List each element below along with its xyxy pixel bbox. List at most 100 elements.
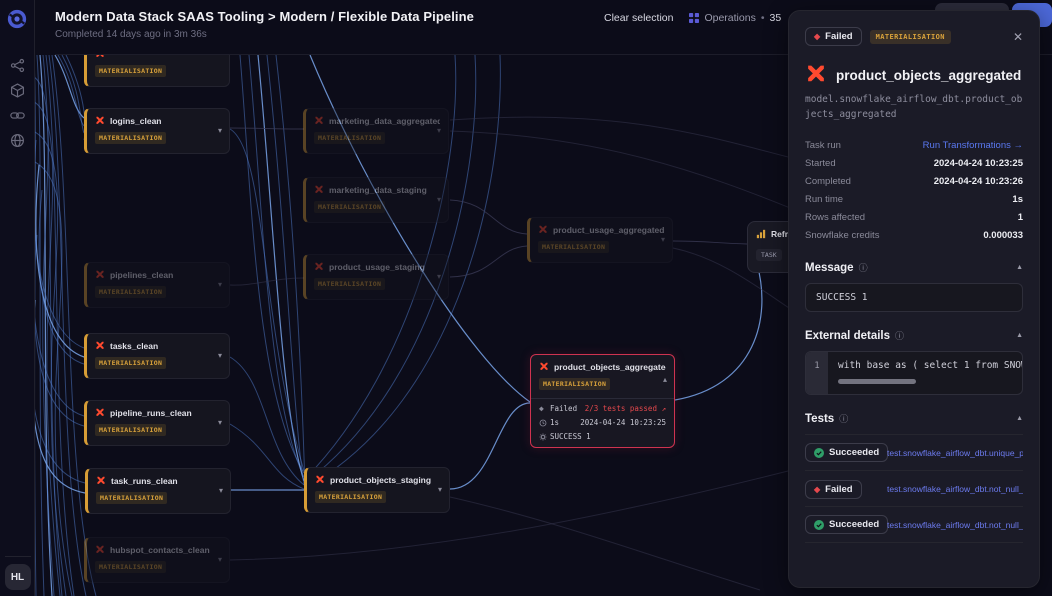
dag-node-product-objects-staging[interactable]: product_objects_staging ▾ MATERIALISATIO… [304, 467, 450, 513]
sql-code-line: with base as ( select 1 from SNOWFLAKE [838, 360, 1012, 371]
dag-node-tasks-clean[interactable]: tasks_clean ▾ MATERIALISATION [84, 333, 230, 379]
node-name: task_runs_clean [111, 476, 178, 486]
test-link[interactable]: test.snowflake_airflow_dbt.unique_pro [887, 448, 1023, 458]
failed-diamond-icon: ◆ [814, 485, 820, 494]
materialisation-badge: MATERIALISATION [95, 561, 166, 573]
chevron-down-icon[interactable]: ▾ [218, 418, 222, 427]
dag-node-pipeline-runs-clean[interactable]: pipeline_runs_clean ▾ MATERIALISATION [84, 400, 230, 446]
chevron-down-icon[interactable]: ▾ [437, 272, 441, 281]
test-status-badge: Succeeded [805, 443, 888, 462]
tests-summary-link[interactable]: 2/3 tests passed ↗ [585, 404, 666, 413]
failed-diamond-icon: ◆ [539, 404, 550, 413]
sidebar-footer: HL [0, 556, 35, 590]
chevron-down-icon[interactable]: ▾ [661, 235, 665, 244]
horizontal-scrollbar[interactable] [838, 379, 916, 384]
detail-row-completed: Completed 2024-04-24 10:23:26 [805, 172, 1023, 190]
clear-selection-button[interactable]: Clear selection [604, 12, 673, 24]
materialisation-badge: MATERIALISATION [314, 201, 385, 213]
chevron-down-icon[interactable]: ▾ [218, 280, 222, 289]
link-icon[interactable] [10, 108, 25, 123]
dag-node-marketing-data-staging[interactable]: marketing_data_staging ▾ MATERIALISATION [303, 177, 449, 223]
operations-filter[interactable]: Operations • 35 [689, 12, 781, 24]
dbt-icon [805, 64, 827, 86]
message-heading: Message [805, 262, 854, 274]
node-name: product_objects_staging [330, 475, 431, 485]
dbt-icon [95, 116, 105, 126]
external-details-section-header: External details ⓘ ▲ [805, 329, 1023, 342]
dbt-icon [95, 341, 105, 351]
materialisation-badge: MATERIALISATION [95, 65, 166, 77]
info-icon[interactable]: ⓘ [839, 412, 848, 425]
operations-count: 35 [770, 12, 782, 24]
detail-row-started: Started 2024-04-24 10:23:25 [805, 154, 1023, 172]
operations-label: Operations [704, 12, 755, 24]
globe-icon[interactable] [10, 133, 25, 148]
external-details-heading: External details [805, 330, 890, 342]
sidebar-nav [10, 58, 25, 148]
dbt-icon [314, 262, 324, 272]
chevron-up-icon[interactable]: ▴ [663, 375, 667, 384]
pipeline-graph-icon[interactable] [10, 58, 25, 73]
info-icon[interactable]: ⓘ [895, 329, 904, 342]
test-row: Succeeded test.snowflake_airflow_dbt.not… [805, 507, 1023, 543]
chevron-down-icon[interactable]: ▾ [438, 485, 442, 494]
dbt-icon [539, 362, 549, 372]
test-row: Succeeded test.snowflake_airflow_dbt.uni… [805, 435, 1023, 471]
dag-node-logins-clean[interactable]: logins_clean ▾ MATERIALISATION [84, 108, 230, 154]
model-path: model.snowflake_airflow_dbt.product_obje… [805, 93, 1023, 122]
chevron-down-icon[interactable]: ▾ [437, 126, 441, 135]
page-subtitle: Completed 14 days ago in 3m 36s [55, 29, 207, 40]
sidebar: HL [0, 0, 35, 596]
page-title: Modern Data Stack SAAS Tooling > Modern … [55, 9, 474, 24]
cube-icon[interactable] [10, 83, 25, 98]
dag-node-product-objects-aggregated-selected[interactable]: product_objects_aggregated ▴ MATERIALISA… [530, 354, 675, 448]
chart-icon [756, 229, 766, 239]
collapse-icon[interactable]: ▲ [1016, 332, 1023, 339]
detail-row-rows-affected: Rows affected 1 [805, 208, 1023, 226]
detail-row-run-time: Run time 1s [805, 190, 1023, 208]
test-link[interactable]: test.snowflake_airflow_dbt.not_null_pr [887, 484, 1023, 494]
chevron-down-icon[interactable]: ▾ [218, 351, 222, 360]
clock-icon [539, 419, 550, 427]
info-icon[interactable]: ⓘ [859, 261, 868, 274]
dbt-icon [314, 116, 324, 126]
dag-node-hubspot-contacts-clean[interactable]: hubspot_contacts_clean ▾ MATERIALISATION [84, 537, 230, 583]
dbt-icon [95, 545, 105, 555]
dag-node-product-usage-aggregated[interactable]: product_usage_aggregated ▾ MATERIALISATI… [527, 217, 673, 263]
task-run-link[interactable]: Run Transformations → [923, 140, 1023, 151]
dag-node-marketing-data-aggregated[interactable]: marketing_data_aggregated ▾ MATERIALISAT… [303, 108, 449, 154]
node-message: SUCCESS 1 [550, 432, 591, 441]
tests-section-header: Tests ⓘ ▲ [805, 412, 1023, 425]
dbt-icon [315, 475, 325, 485]
test-status-badge: ◆ Failed [805, 480, 862, 499]
task-badge: TASK [756, 249, 782, 261]
node-name: product_usage_staging [329, 262, 425, 272]
collapse-icon[interactable]: ▲ [1016, 264, 1023, 271]
dag-node-task-runs-clean[interactable]: task_runs_clean ▾ MATERIALISATION [85, 468, 231, 514]
message-box: SUCCESS 1 [805, 283, 1023, 312]
test-link[interactable]: test.snowflake_airflow_dbt.not_null_pr [887, 520, 1023, 530]
panel-title-row: product_objects_aggregated [805, 64, 1023, 86]
chevron-down-icon[interactable]: ▾ [219, 486, 223, 495]
node-name: marketing_data_aggregated [329, 116, 440, 126]
failed-diamond-icon: ◆ [814, 32, 820, 41]
orchestra-logo[interactable] [6, 8, 28, 30]
user-avatar[interactable]: HL [5, 564, 31, 590]
node-name: logins_clean [110, 116, 162, 126]
chevron-down-icon[interactable]: ▾ [218, 555, 222, 564]
collapse-icon[interactable]: ▲ [1016, 415, 1023, 422]
node-name: hubspot_contacts_clean [110, 545, 210, 555]
chevron-down-icon[interactable]: ▾ [218, 126, 222, 135]
dag-node-product-usage-staging[interactable]: product_usage_staging ▾ MATERIALISATION [303, 254, 449, 300]
node-message-row: SUCCESS 1 [539, 432, 666, 441]
materialisation-badge: MATERIALISATION [95, 357, 166, 369]
dbt-icon [95, 270, 105, 280]
close-icon[interactable]: ✕ [1013, 30, 1023, 44]
materialisation-badge: MATERIALISATION [538, 241, 609, 253]
dag-node-pipelines-clean[interactable]: pipelines_clean ▾ MATERIALISATION [84, 262, 230, 308]
check-circle-icon [814, 448, 824, 458]
materialisation-badge: MATERIALISATION [314, 278, 385, 290]
sql-code-block: 1 with base as ( select 1 from SNOWFLAKE [805, 351, 1023, 395]
chevron-down-icon[interactable]: ▾ [437, 195, 441, 204]
tests-heading: Tests [805, 413, 834, 425]
